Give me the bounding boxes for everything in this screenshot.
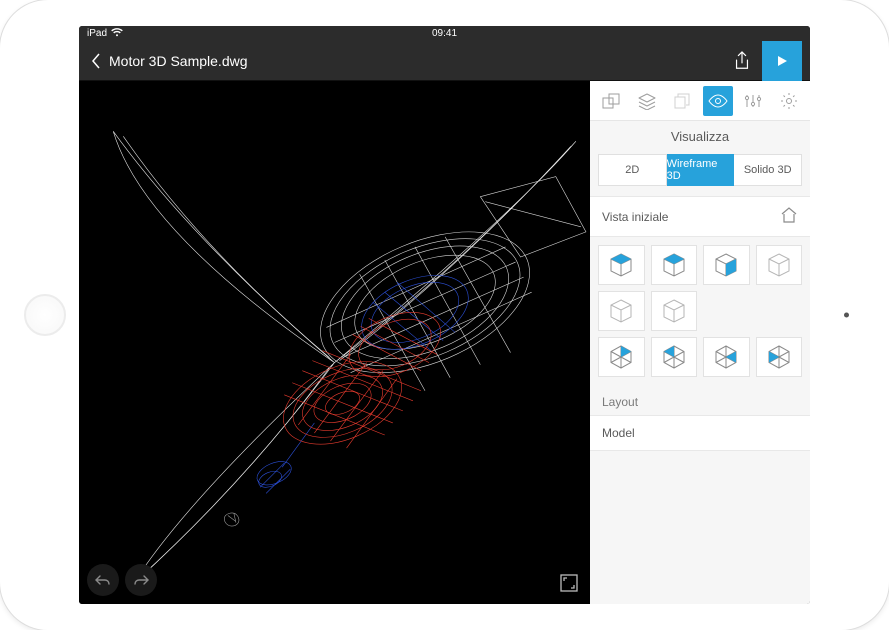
view-hex-4[interactable] bbox=[756, 337, 803, 377]
view-hex-1[interactable] bbox=[598, 337, 645, 377]
shapes-tool[interactable] bbox=[596, 86, 626, 116]
home-button[interactable] bbox=[24, 294, 66, 336]
wifi-icon bbox=[111, 28, 123, 40]
settings-tool[interactable] bbox=[774, 86, 804, 116]
view-iso-6[interactable] bbox=[651, 291, 698, 331]
layout-section-label: Layout bbox=[590, 385, 810, 415]
layout-model-label: Model bbox=[602, 426, 635, 440]
back-button[interactable] bbox=[87, 52, 105, 70]
share-button[interactable] bbox=[722, 41, 762, 81]
view-iso-top-1[interactable] bbox=[598, 245, 645, 285]
view-iso-empty[interactable] bbox=[756, 245, 803, 285]
clock: 09:41 bbox=[432, 28, 457, 39]
initial-view-row[interactable]: Vista iniziale bbox=[590, 196, 810, 237]
seg-wireframe[interactable]: Wireframe 3D bbox=[667, 154, 735, 186]
seg-2d[interactable]: 2D bbox=[598, 154, 667, 186]
fullscreen-button[interactable] bbox=[556, 570, 582, 596]
duplicate-tool[interactable] bbox=[667, 86, 697, 116]
view-hex-3[interactable] bbox=[703, 337, 750, 377]
drawing-canvas[interactable] bbox=[79, 81, 590, 604]
play-button[interactable] bbox=[762, 41, 802, 81]
seg-solid[interactable]: Solido 3D bbox=[734, 154, 802, 186]
view-iso-top-2[interactable] bbox=[651, 245, 698, 285]
view-iso-right[interactable] bbox=[703, 245, 750, 285]
redo-button[interactable] bbox=[125, 564, 157, 596]
undo-button[interactable] bbox=[87, 564, 119, 596]
document-title: Motor 3D Sample.dwg bbox=[109, 53, 722, 69]
view-iso-5[interactable] bbox=[598, 291, 645, 331]
wireframe-illustration bbox=[79, 81, 590, 604]
view-mode-segment: 2D Wireframe 3D Solido 3D bbox=[590, 150, 810, 196]
home-icon bbox=[780, 207, 798, 226]
view-tool[interactable] bbox=[703, 86, 733, 116]
side-panel: Visualizza 2D Wireframe 3D Solido 3D Vis… bbox=[590, 81, 810, 604]
camera-dot bbox=[844, 313, 849, 318]
panel-tool-row bbox=[590, 81, 810, 121]
device-label: iPad bbox=[87, 28, 107, 39]
adjust-tool[interactable] bbox=[738, 86, 768, 116]
layout-model-row[interactable]: Model bbox=[590, 415, 810, 451]
layers-tool[interactable] bbox=[632, 86, 662, 116]
panel-title: Visualizza bbox=[590, 121, 810, 150]
ortho-views-grid bbox=[590, 237, 810, 385]
title-bar: Motor 3D Sample.dwg bbox=[79, 41, 810, 81]
status-bar: iPad 09:41 bbox=[79, 26, 810, 41]
view-hex-2[interactable] bbox=[651, 337, 698, 377]
initial-view-label: Vista iniziale bbox=[602, 210, 668, 224]
